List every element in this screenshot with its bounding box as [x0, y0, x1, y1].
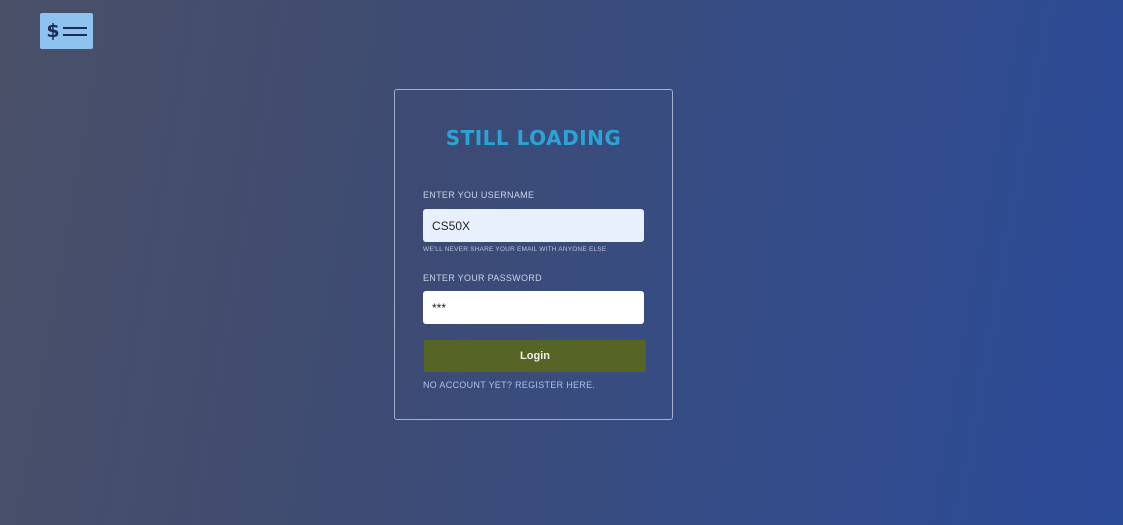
logo-lines [62, 26, 87, 36]
login-title: STILL LOADING [445, 126, 622, 150]
password-label: ENTER YOUR PASSWORD [423, 273, 542, 283]
login-card: STILL LOADING ENTER YOU USERNAME WE'LL N… [394, 89, 673, 420]
register-link[interactable]: NO ACCOUNT YET? REGISTER HERE. [423, 380, 595, 390]
username-hint: WE'LL NEVER SHARE YOUR EMAIL WITH ANYONE… [423, 246, 607, 253]
login-button[interactable]: Login [424, 340, 646, 372]
password-input[interactable] [423, 291, 644, 324]
dollar-sign: $ [46, 19, 60, 42]
username-input[interactable] [423, 209, 644, 242]
username-label: ENTER YOU USERNAME [423, 190, 535, 200]
logo-icon[interactable]: $ [40, 13, 93, 49]
